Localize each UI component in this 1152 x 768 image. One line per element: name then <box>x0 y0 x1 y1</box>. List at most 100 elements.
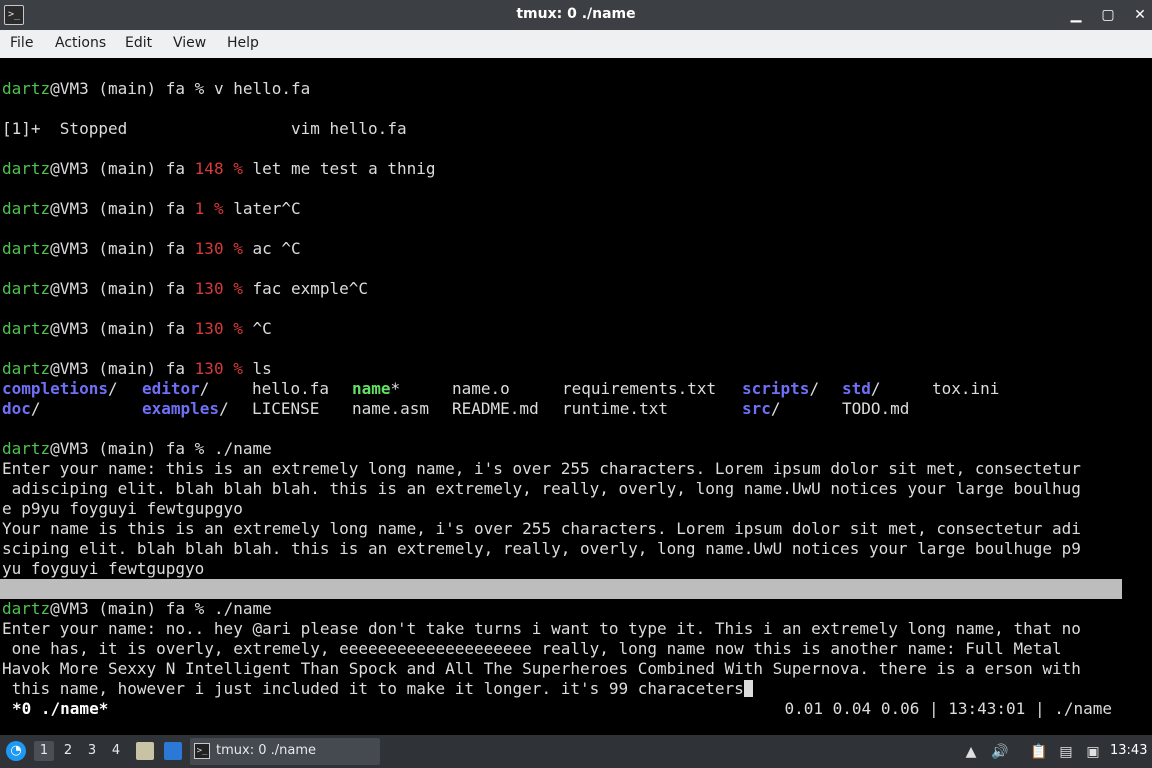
ls-entry: scripts/ <box>742 379 819 399</box>
program-input-line[interactable]: this name, however i just included it to… <box>2 679 753 699</box>
prompt-host: @VM3 (main) fa <box>50 279 195 298</box>
ls-entry-name: src <box>742 399 771 418</box>
prompt-user: dartz <box>2 239 51 258</box>
prompt-host: @VM3 (main) fa <box>50 599 195 618</box>
prompt-user: dartz <box>2 439 51 458</box>
ls-entry-suffix: / <box>809 379 820 398</box>
ls-entry-name: tox.ini <box>932 379 1000 398</box>
program-output: one has, it is overly, extremely, eeeeee… <box>2 639 1062 658</box>
prompt-user: dartz <box>2 279 51 298</box>
terminal-line: dartz@VM3 (main) fa 130 % ac ^C <box>2 239 301 259</box>
exit-code: 130 <box>194 319 234 338</box>
prompt-user: dartz <box>2 319 51 338</box>
program-output: e p9yu foyguyi fewtgupgyo <box>2 499 243 518</box>
ls-entry-suffix: * <box>390 379 401 398</box>
terminal-line: dartz@VM3 (main) fa 130 % ls <box>2 359 272 379</box>
taskbar-window-button[interactable]: >_ tmux: 0 ./name <box>190 738 380 765</box>
workspace-3[interactable]: 3 <box>82 741 102 761</box>
ls-entry: TODO.md <box>842 399 909 419</box>
prompt-user: dartz <box>2 599 51 618</box>
terminal-icon: >_ <box>194 743 210 759</box>
ls-entry-suffix: / <box>770 399 781 418</box>
prompt-host: @VM3 (main) fa <box>50 239 195 258</box>
ls-entry: requirements.txt <box>562 379 716 399</box>
prompt-host: @VM3 (main) fa <box>50 199 195 218</box>
text-cursor <box>743 680 753 697</box>
prompt-sep: % <box>194 599 214 618</box>
clipboard-icon[interactable]: 📋 <box>1030 743 1047 761</box>
menu-edit[interactable]: Edit <box>125 35 152 51</box>
ls-entry-name: hello.fa <box>252 379 330 398</box>
program-output: Enter your name: this is an extremely lo… <box>2 459 1081 478</box>
prompt-user: dartz <box>2 359 51 378</box>
tmux-window-list[interactable]: *0 ./name* <box>12 699 108 719</box>
ls-entry: name* <box>352 379 400 399</box>
program-output: Your name is this is an extremely long n… <box>2 519 1081 538</box>
ls-entry: src/ <box>742 399 781 419</box>
exit-code: 1 <box>194 199 214 218</box>
ls-entry: name.o <box>452 379 510 399</box>
command-text: ls <box>252 359 272 378</box>
ls-entry: name.asm <box>352 399 429 419</box>
prompt-sep: % <box>233 359 253 378</box>
terminal-line: [1]+ Stopped vim hello.fa <box>2 119 407 138</box>
ls-entry: README.md <box>452 399 539 419</box>
ls-entry-name: LICENSE <box>252 399 320 418</box>
ls-entry-suffix: / <box>199 379 210 398</box>
command-text: later^C <box>233 199 301 218</box>
prompt-host: @VM3 (main) fa <box>50 79 195 98</box>
window-title: tmux: 0 ./name <box>516 6 636 22</box>
menu-help[interactable]: Help <box>227 35 259 51</box>
terminal-line: dartz@VM3 (main) fa % ./name <box>2 439 272 459</box>
maximize-button[interactable]: ▢ <box>1097 4 1119 26</box>
minimize-button[interactable]: ▁ <box>1065 4 1087 26</box>
command-text: ./name <box>213 439 272 458</box>
ls-entry: hello.fa <box>252 379 329 399</box>
exit-code: 130 <box>194 239 234 258</box>
workspace-4[interactable]: 4 <box>106 741 126 761</box>
tray-expand-icon[interactable]: ▲ <box>963 743 979 761</box>
ls-entry-suffix: / <box>30 399 41 418</box>
ls-entry: runtime.txt <box>562 399 668 419</box>
terminal-pane[interactable]: dartz@VM3 (main) fa % v hello.fa [1]+ St… <box>0 58 1152 733</box>
ls-entry-name: std <box>842 379 871 398</box>
program-output: adisciping elit. blah blah blah. this is… <box>2 479 1081 498</box>
file-manager-icon[interactable] <box>136 742 154 760</box>
ls-entry: doc/ <box>2 399 41 419</box>
workspace-1[interactable]: 1 <box>34 741 54 761</box>
command-text: let me test a thnig <box>252 159 436 178</box>
workspace-2[interactable]: 2 <box>58 741 78 761</box>
ls-entry-name: editor <box>142 379 200 398</box>
command-text: ac ^C <box>252 239 301 258</box>
prompt-sep: % <box>213 199 234 218</box>
program-output: Enter your name: no.. hey @ari please do… <box>2 619 1081 638</box>
clock[interactable]: 13:43 <box>1110 743 1147 758</box>
menu-actions[interactable]: Actions <box>55 35 106 51</box>
ls-entry: editor/ <box>142 379 209 399</box>
menu-view[interactable]: View <box>173 35 206 51</box>
menu-file[interactable]: File <box>10 35 33 51</box>
ls-entry-suffix: / <box>219 399 229 418</box>
ls-entry-name: name <box>352 379 391 398</box>
display-icon[interactable]: ▣ <box>1084 743 1102 761</box>
prompt-host: @VM3 (main) fa <box>50 359 195 378</box>
menu-bar: File Actions Edit View Help <box>0 30 1152 58</box>
typed-input: this name, however i just included it to… <box>2 679 744 698</box>
tmux-pane-divider[interactable] <box>0 579 1122 599</box>
program-output: sciping elit. blah blah blah. this is an… <box>2 539 1081 558</box>
program-output: Havok More Sexxy N Intelligent Than Spoc… <box>2 659 1081 678</box>
ls-entry-name: scripts <box>742 379 810 398</box>
ls-entry: tox.ini <box>932 379 999 399</box>
terminal-line: dartz@VM3 (main) fa % v hello.fa <box>2 79 310 99</box>
volume-icon[interactable]: 🔊 <box>990 743 1010 761</box>
command-text: ./name <box>213 599 272 618</box>
ls-entry-name: runtime.txt <box>562 399 668 418</box>
ls-entry-name: name.o <box>452 379 510 398</box>
show-desktop-icon[interactable] <box>164 742 182 760</box>
ls-entry-name: requirements.txt <box>562 379 717 398</box>
network-icon[interactable]: ▤ <box>1056 743 1076 761</box>
terminal-line: dartz@VM3 (main) fa 1 % later^C <box>2 199 301 219</box>
start-menu-icon[interactable]: ◔ <box>6 741 26 761</box>
close-button[interactable]: ✕ <box>1129 4 1151 26</box>
program-output: yu foyguyi fewtgupgyo <box>2 559 205 578</box>
